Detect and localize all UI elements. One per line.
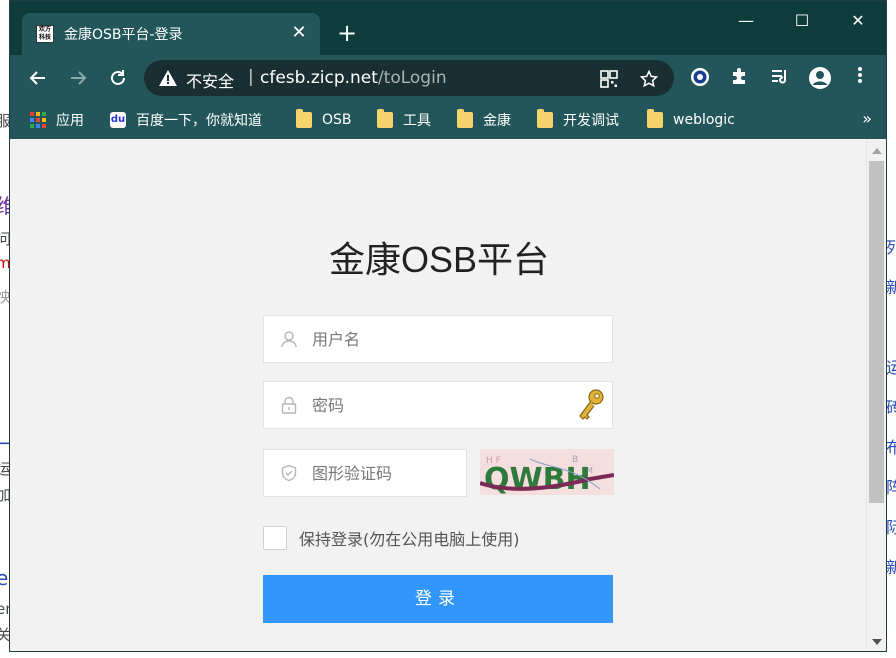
captcha-input[interactable] [312,460,452,486]
tab-title: 金康OSB平台-登录 [64,27,183,43]
remember-me-checkbox[interactable] [263,526,287,550]
title-bar: 欢方科技 金康OSB平台-登录 ✕ + — ☐ ✕ [10,1,886,55]
folder-icon [296,109,312,128]
bookmark-folder-tools[interactable]: 工具 [377,109,431,131]
username-field[interactable] [263,315,613,363]
password-input[interactable] [312,392,572,418]
warning-triangle-icon[interactable] [158,68,178,88]
background-page-left-edge: 服 维 问 m 怏 一 运 加 ei en 关 [0,0,9,658]
url-text[interactable]: cfesb.zicp.net/toLogin [260,68,447,88]
active-tab[interactable]: 欢方科技 金康OSB平台-登录 ✕ [22,13,320,55]
bookmark-folder-weblogic[interactable]: weblogic [647,109,735,131]
scroll-down-arrow-icon[interactable] [872,639,882,645]
extension-profile-icon[interactable] [688,66,712,90]
page-scrollbar[interactable] [866,139,886,651]
bookmark-folder-osb[interactable]: OSB [296,109,352,131]
url-host: cfesb.zicp.net [260,68,378,88]
security-status-label[interactable]: 不安全 [186,68,234,92]
window-close-icon[interactable]: ✕ [838,9,878,33]
lock-icon [281,396,297,414]
menu-more-icon[interactable] [848,66,872,90]
back-arrow-icon[interactable] [24,64,52,92]
login-button[interactable]: 登录 [263,575,613,623]
bookmarks-bar: 应用 du 百度一下，你就知道 OSB 工具 金康 开发调试 weblogic … [10,101,886,139]
bookmarks-overflow-icon[interactable]: » [862,109,872,128]
folder-icon [377,109,393,128]
qr-code-icon[interactable] [598,68,620,90]
bookmark-label: 百度一下，你就知道 [136,113,262,129]
folder-icon [647,109,663,128]
new-tab-button[interactable]: + [334,20,360,46]
browser-toolbar: 不安全 | cfesb.zicp.net/toLogin [10,55,886,101]
forward-arrow-icon[interactable] [64,64,92,92]
media-queue-icon[interactable] [768,66,792,90]
captcha-field[interactable] [263,449,467,497]
bookmark-folder-dev-debug[interactable]: 开发调试 [537,109,619,131]
url-path: /toLogin [377,68,447,88]
shield-check-icon [281,464,297,482]
address-bar[interactable]: 不安全 | cfesb.zicp.net/toLogin [144,60,674,96]
maximize-icon[interactable]: ☐ [782,9,822,33]
bookmark-label: OSB [322,112,352,128]
extensions-puzzle-icon[interactable] [728,66,752,90]
scrollbar-thumb[interactable] [869,161,884,503]
bookmark-label: 工具 [403,113,431,129]
bookmark-star-icon[interactable] [638,68,660,90]
site-favicon-icon: 欢方科技 [36,25,54,43]
bookmark-apps[interactable]: 应用 [30,109,84,131]
page-title: 金康OSB平台 [328,239,550,280]
apps-grid-icon [30,112,46,128]
user-icon [281,331,297,348]
url-separator: | [248,67,254,87]
username-input[interactable] [312,326,572,352]
tab-close-icon[interactable]: ✕ [288,22,310,44]
scroll-up-arrow-icon[interactable] [872,148,882,154]
page-content: 金康OSB平台 H F B M QWBH [10,139,868,651]
bookmark-folder-jinkang[interactable]: 金康 [457,109,511,131]
bookmark-label: 金康 [483,113,511,129]
password-field[interactable] [263,381,613,429]
minimize-icon[interactable]: — [726,9,766,33]
remember-me-label: 保持登录(勿在公用电脑上使用) [299,530,520,549]
background-page-right-edge: 列 新 运 砖 布 阵 际 新 [886,140,896,658]
folder-icon [537,109,553,128]
captcha-image[interactable]: H F B M QWBH [480,449,614,495]
background-page-bottom-edge [0,652,896,658]
account-avatar-icon[interactable] [808,66,832,90]
bookmark-baidu[interactable]: du 百度一下，你就知道 [110,109,262,131]
folder-icon [457,109,473,128]
bookmark-label: 应用 [56,113,84,129]
bookmark-label: weblogic [673,112,735,128]
remember-me[interactable]: 保持登录(勿在公用电脑上使用) [263,525,520,551]
bookmark-label: 开发调试 [563,113,619,129]
baidu-icon: du [110,112,126,128]
browser-window: 欢方科技 金康OSB平台-登录 ✕ + — ☐ ✕ 不安全 | cfesb.zi… [9,0,887,652]
password-manager-key-icon[interactable] [576,388,606,422]
reload-icon[interactable] [104,64,132,92]
